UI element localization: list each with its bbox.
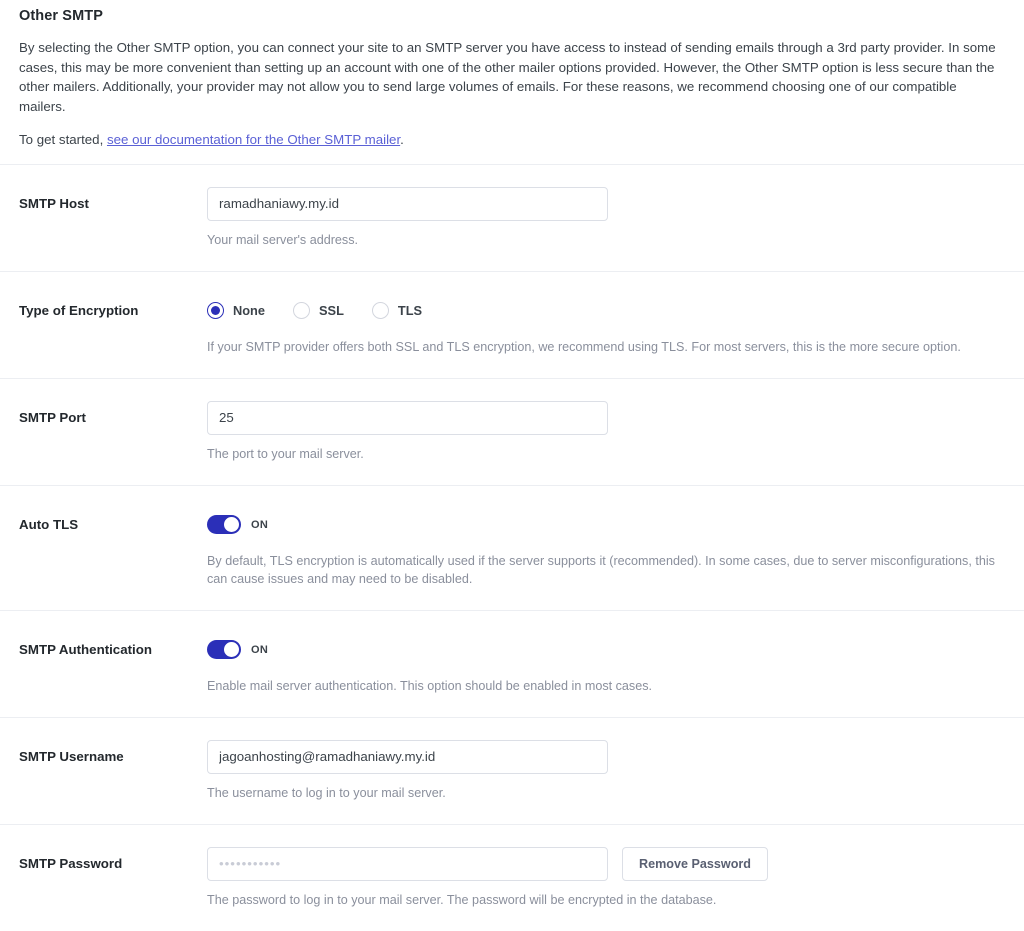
smtp-authentication-toggle[interactable] [207,640,241,659]
auto-tls-description: By default, TLS encryption is automatica… [207,553,995,586]
smtp-host-description: Your mail server's address. [207,232,359,247]
field-row-auto-tls: Auto TLS ON By default, TLS encryption i… [0,484,1024,610]
remove-password-button[interactable]: Remove Password [622,846,768,881]
field-row-smtp-username: SMTP Username The username to log in to … [0,716,1024,824]
smtp-host-input[interactable] [207,186,608,221]
smtp-port-control: The port to your mail server. [207,400,1002,463]
documentation-link[interactable]: see our documentation for the Other SMTP… [107,132,400,147]
auto-tls-state-text: ON [251,518,269,531]
smtp-password-control: Remove Password The password to log in t… [207,846,1002,909]
smtp-password-description: The password to log in to your mail serv… [207,892,717,907]
toggle-knob-icon [224,642,239,657]
smtp-port-description: The port to your mail server. [207,446,364,461]
smtp-password-input[interactable] [207,846,608,881]
radio-label-tls: TLS [397,303,423,318]
radio-label-none: None [233,303,265,318]
get-started-suffix: . [400,132,404,147]
auto-tls-label: Auto TLS [19,516,79,532]
smtp-authentication-label: SMTP Authentication [19,641,152,657]
encryption-description: If your SMTP provider offers both SSL an… [207,339,961,354]
smtp-port-input[interactable] [207,400,608,435]
auto-tls-toggle[interactable] [207,515,241,534]
get-started-line: To get started, see our documentation fo… [19,130,1002,150]
smtp-authentication-state-text: ON [251,643,269,656]
field-row-smtp-authentication: SMTP Authentication ON Enable mail serve… [0,609,1024,717]
toggle-knob-icon [224,517,239,532]
smtp-port-label: SMTP Port [19,409,86,425]
field-row-encryption: Type of Encryption None SSL TLS If your … [0,270,1024,378]
smtp-password-label: SMTP Password [19,855,123,871]
auto-tls-toggle-wrap: ON [207,508,1002,542]
smtp-host-control: Your mail server's address. [207,186,1002,249]
smtp-username-input[interactable] [207,739,608,774]
field-row-smtp-password: SMTP Password Remove Password The passwo… [0,823,1024,931]
get-started-prefix: To get started, [19,132,107,147]
smtp-authentication-control: ON Enable mail server authentication. Th… [207,633,1002,695]
encryption-label: Type of Encryption [19,302,139,318]
smtp-username-control: The username to log in to your mail serv… [207,739,1002,802]
intro-block: Other SMTP By selecting the Other SMTP o… [0,0,1024,150]
radio-option-tls[interactable]: TLS [371,302,423,319]
auto-tls-control: ON By default, TLS encryption is automat… [207,508,1002,588]
field-row-smtp-host: SMTP Host Your mail server's address. [0,163,1024,271]
smtp-authentication-toggle-wrap: ON [207,633,1002,667]
intro-paragraph: By selecting the Other SMTP option, you … [19,40,996,114]
smtp-authentication-description: Enable mail server authentication. This … [207,678,653,693]
page-title: Other SMTP [19,8,103,24]
radio-icon-ssl [293,302,310,319]
radio-option-ssl[interactable]: SSL [293,302,344,319]
radio-label-ssl: SSL [319,303,344,318]
field-row-smtp-port: SMTP Port The port to your mail server. [0,377,1024,485]
radio-icon-tls [371,302,389,319]
radio-icon-none [207,302,224,319]
smtp-password-line: Remove Password [207,846,1002,881]
smtp-username-label: SMTP Username [19,748,124,764]
smtp-host-label: SMTP Host [19,195,89,211]
encryption-control: None SSL TLS If your SMTP provider offer… [207,294,1002,356]
encryption-radio-group: None SSL TLS [207,294,1002,328]
other-smtp-settings-panel: Other SMTP By selecting the Other SMTP o… [0,0,1024,931]
radio-option-none[interactable]: None [207,302,265,319]
